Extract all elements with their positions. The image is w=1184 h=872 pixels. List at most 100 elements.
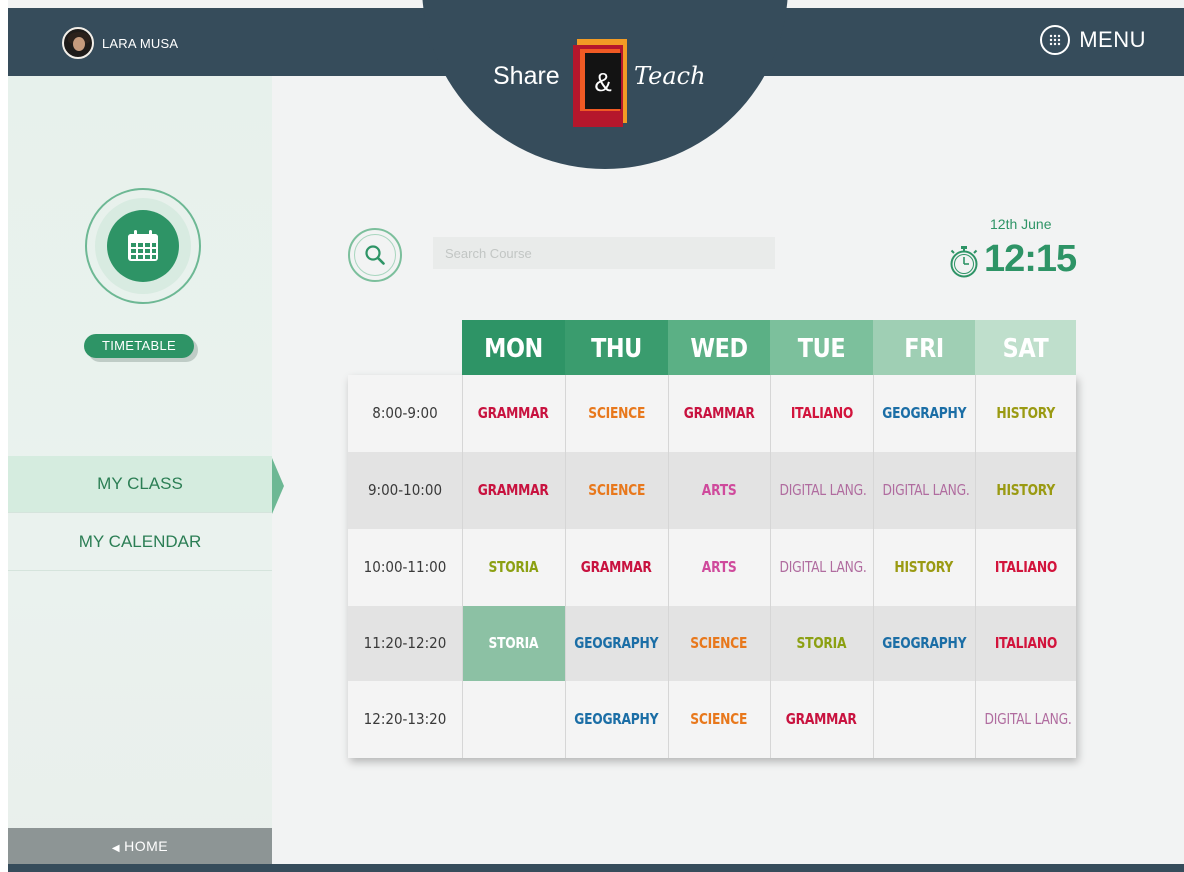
logo-text-teach: Teach [634, 62, 706, 90]
subject-label: ITALIANO [790, 404, 853, 422]
timetable-cell[interactable]: SCIENCE [565, 375, 668, 452]
active-nav-indicator [272, 458, 284, 514]
subject-label: GRAMMAR [478, 481, 549, 499]
logo-ampersand: & [594, 67, 611, 97]
subject-label: GEOGRAPHY [882, 404, 967, 422]
username: LARA MUSA [102, 35, 179, 51]
search-input[interactable] [433, 237, 775, 269]
timetable-cell[interactable] [873, 681, 975, 758]
search-icon [365, 245, 385, 265]
nav-my-class[interactable]: MY CLASS [8, 456, 272, 513]
avatar[interactable] [62, 27, 94, 59]
timetable-cell[interactable]: GEOGRAPHY [565, 681, 668, 758]
subject-label: SCIENCE [690, 634, 748, 652]
subject-label: HISTORY [996, 481, 1055, 499]
timetable-cell[interactable]: GRAMMAR [565, 529, 668, 606]
time-slot-label: 10:00-11:00 [363, 558, 447, 576]
avatar-face [73, 37, 85, 51]
home-label: HOME [124, 838, 169, 854]
timetable-cell[interactable]: STORIA [770, 606, 873, 681]
time-slot-label: 8:00-9:00 [372, 404, 438, 422]
timetable-icon-halo [95, 198, 191, 294]
logo-text-share: Share [493, 62, 560, 90]
menu-label: MENU [1079, 27, 1146, 52]
time-slot-label: 9:00-10:00 [367, 481, 443, 499]
timetable-cell[interactable]: SCIENCE [565, 452, 668, 529]
timetable-cell[interactable]: DIGITAL LANG. [770, 452, 873, 529]
timetable-cell[interactable] [462, 681, 565, 758]
timetable-cell[interactable]: STORIA [462, 606, 565, 681]
day-header-thu[interactable]: THU [572, 320, 661, 375]
subject-label: SCIENCE [690, 710, 748, 728]
subject-label: DIGITAL LANG. [779, 481, 867, 499]
timetable-cell[interactable]: STORIA [462, 529, 565, 606]
day-header-mon[interactable]: MON [469, 320, 558, 375]
menu-button[interactable]: MENU [1040, 25, 1146, 55]
timetable-cell[interactable]: DIGITAL LANG. [975, 681, 1076, 758]
stopwatch-icon [950, 246, 978, 278]
nav-my-calendar[interactable]: MY CALENDAR [8, 514, 272, 571]
timetable-cell[interactable]: ARTS [668, 529, 770, 606]
timetable-cell[interactable]: GRAMMAR [770, 681, 873, 758]
subject-label: SCIENCE [588, 481, 645, 499]
subject-label: GRAMMAR [581, 558, 652, 576]
logo-ampersand-icon: & [573, 39, 627, 127]
subject-label: GEOGRAPHY [574, 710, 659, 728]
home-button[interactable]: ◀ HOME [8, 828, 272, 864]
search-button-ring [354, 234, 396, 276]
subject-label: DIGITAL LANG. [779, 558, 867, 576]
timetable-cell[interactable]: GRAMMAR [462, 375, 565, 452]
subject-label: HISTORY [996, 404, 1055, 422]
timetable-cell[interactable]: SCIENCE [668, 681, 770, 758]
timetable-cell[interactable]: HISTORY [873, 529, 975, 606]
subject-label: SCIENCE [588, 404, 645, 422]
timetable-cell[interactable]: GEOGRAPHY [873, 606, 975, 681]
timetable-button[interactable] [107, 210, 179, 282]
bottom-bar [8, 864, 1184, 872]
back-arrow-icon: ◀ [111, 843, 121, 854]
timetable-cell[interactable]: ARTS [668, 452, 770, 529]
timetable-cell[interactable]: GRAMMAR [668, 375, 770, 452]
search-button[interactable] [348, 228, 402, 282]
subject-label: ARTS [701, 558, 737, 576]
subject-label: STORIA [488, 558, 539, 576]
day-header-fri[interactable]: FRI [880, 320, 968, 375]
day-header-sat[interactable]: SAT [982, 320, 1069, 375]
timetable-cell[interactable]: GRAMMAR [462, 452, 565, 529]
subject-label: GEOGRAPHY [882, 634, 967, 652]
subject-label: DIGITAL LANG. [882, 481, 970, 499]
subject-label: GRAMMAR [683, 404, 755, 422]
time-slot-label: 11:20-12:20 [363, 634, 447, 652]
time-slot-label: 12:20-13:20 [363, 710, 447, 728]
user-profile[interactable]: LARA MUSA [62, 24, 178, 62]
subject-label: GRAMMAR [478, 404, 549, 422]
current-date: 12th June [990, 216, 1052, 232]
day-header-tue[interactable]: TUE [777, 320, 866, 375]
subject-label: GRAMMAR [786, 710, 857, 728]
timetable-cell[interactable]: DIGITAL LANG. [873, 452, 975, 529]
subject-label: GEOGRAPHY [574, 634, 659, 652]
day-header-wed[interactable]: WED [675, 320, 763, 375]
subject-label: STORIA [796, 634, 847, 652]
subject-label: ARTS [701, 481, 737, 499]
timetable-cell[interactable]: ITALIANO [770, 375, 873, 452]
subject-label: ITALIANO [994, 634, 1057, 652]
app-logo[interactable]: Share & Teach [493, 38, 713, 128]
current-time: 12:15 [984, 238, 1077, 280]
timetable-badge[interactable]: TIMETABLE [84, 334, 194, 358]
timetable-cell[interactable]: HISTORY [975, 452, 1076, 529]
timetable-icon-ring [85, 188, 201, 304]
timetable-cell[interactable]: GEOGRAPHY [873, 375, 975, 452]
subject-label: HISTORY [894, 558, 954, 576]
page-margin [0, 0, 8, 872]
timetable-cell[interactable]: HISTORY [975, 375, 1076, 452]
timetable-cell[interactable]: GEOGRAPHY [565, 606, 668, 681]
timetable-cell[interactable]: ITALIANO [975, 606, 1076, 681]
timetable-cell[interactable]: ITALIANO [975, 529, 1076, 606]
grid-dots-icon [1040, 25, 1071, 55]
timetable-cell[interactable]: SCIENCE [668, 606, 770, 681]
timetable-cell[interactable]: DIGITAL LANG. [770, 529, 873, 606]
subject-label: STORIA [488, 634, 539, 652]
subject-label: DIGITAL LANG. [984, 710, 1072, 728]
subject-label: ITALIANO [994, 558, 1057, 576]
